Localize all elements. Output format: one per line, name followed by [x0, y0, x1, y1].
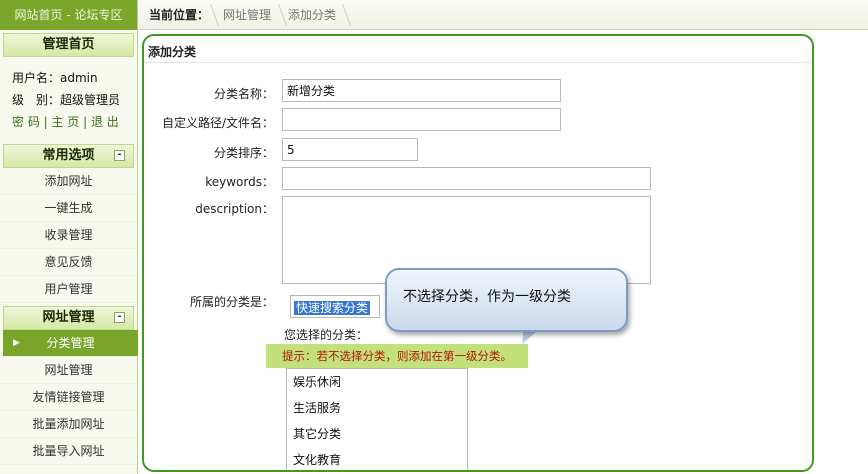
category-name-input[interactable] [282, 79, 561, 102]
add-category-panel: 添加分类 分类名称： 自定义路径/文件名： 分类排序： keywords： de… [142, 34, 814, 472]
sidebar-item-add-url[interactable]: 添加网址 [0, 168, 137, 195]
sidebar-item-batch-import-urls[interactable]: 批量导入网址 [0, 438, 137, 465]
section-url-management[interactable]: 网址管理 - [3, 306, 134, 330]
chosen-category-label: 您选择的分类： [284, 328, 369, 342]
divider [144, 62, 812, 63]
keywords-label: keywords： [205, 175, 274, 189]
site-links[interactable]: 网站首页 - 论坛专区 [0, 0, 137, 30]
admin-home-header[interactable]: 管理首页 [3, 33, 134, 57]
breadcrumb-url-management[interactable]: 网址管理 [223, 0, 271, 30]
hint-message: 提示：若不选择分类，则添加在第一级分类。 [266, 344, 528, 368]
list-item[interactable]: 娱乐休闲 [287, 369, 467, 395]
quick-search-text: 快速搜索分类 [294, 301, 371, 315]
category-list[interactable]: 娱乐休闲 生活服务 其它分类 文化教育 [286, 368, 468, 470]
keywords-input[interactable] [282, 167, 651, 190]
panel-title: 添加分类 [148, 45, 197, 59]
category-name-label: 分类名称： [213, 87, 274, 101]
sidebar-item-index-management[interactable]: 收录管理 [0, 222, 137, 249]
breadcrumb-add-category[interactable]: 添加分类 [288, 0, 336, 30]
sidebar: 网站首页 - 论坛专区 管理首页 用户名：admin 级 别：超级管理员 密 码… [0, 0, 138, 474]
sidebar-item-batch-add-urls[interactable]: 批量添加网址 [0, 411, 137, 438]
sidebar-item-one-click-generate[interactable]: 一键生成 [0, 195, 137, 222]
description-label: description： [195, 202, 274, 216]
section-common-options[interactable]: 常用选项 - [3, 144, 134, 168]
user-links[interactable]: 密 码 | 主 页 | 退 出 [12, 111, 137, 133]
breadcrumb: 当前位置： 网址管理 添加分类 [139, 0, 868, 30]
sidebar-item-user-management[interactable]: 用户管理 [0, 276, 137, 303]
username: 用户名：admin [12, 71, 98, 85]
parent-category-label: 所属的分类是： [189, 295, 274, 309]
arrow-right-icon: ▶ [13, 338, 20, 348]
breadcrumb-separator [268, 4, 288, 26]
category-order-label: 分类排序： [213, 146, 274, 160]
list-item[interactable]: 生活服务 [287, 395, 467, 421]
custom-path-input[interactable] [282, 108, 561, 131]
user-info: 用户名：admin 级 别：超级管理员 密 码 | 主 页 | 退 出 [0, 57, 137, 141]
section-title: 网址管理 [42, 310, 95, 325]
section-title: 常用选项 [42, 148, 95, 163]
collapse-icon[interactable]: - [114, 312, 125, 323]
breadcrumb-label: 当前位置： [149, 8, 210, 22]
callout-tooltip: 不选择分类，作为一级分类 [385, 268, 628, 332]
sidebar-item-feedback[interactable]: 意见反馈 [0, 249, 137, 276]
sidebar-item-category-management[interactable]: ▶ 分类管理 [3, 330, 138, 357]
list-item[interactable]: 文化教育 [287, 447, 467, 470]
collapse-icon[interactable]: - [114, 150, 125, 161]
sidebar-item-friend-links[interactable]: 友情链接管理 [0, 384, 137, 411]
sidebar-item-label: 分类管理 [46, 336, 95, 350]
custom-path-label: 自定义路径/文件名： [161, 116, 274, 130]
category-order-input[interactable] [282, 138, 418, 161]
list-item[interactable]: 其它分类 [287, 421, 467, 447]
sidebar-item-url-management[interactable]: 网址管理 [0, 357, 137, 384]
quick-search-input[interactable]: 快速搜索分类 [290, 295, 380, 318]
user-level: 级 别：超级管理员 [12, 93, 121, 107]
